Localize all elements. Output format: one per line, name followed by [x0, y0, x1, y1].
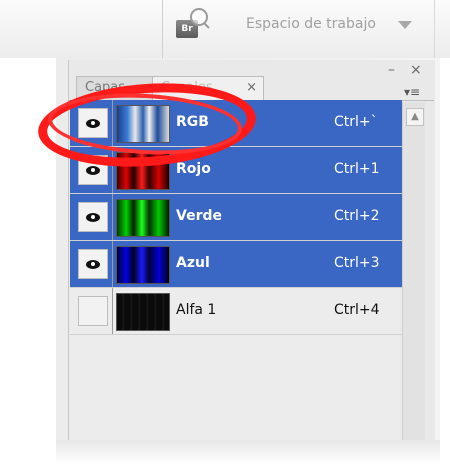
divider [112, 100, 113, 146]
channel-shortcut: Ctrl+4 [334, 302, 380, 318]
channel-thumbnail [116, 152, 170, 190]
channel-row-verde[interactable]: Verde Ctrl+2 [70, 194, 402, 241]
close-tab-icon[interactable]: × [246, 77, 257, 99]
channel-shortcut: Ctrl+1 [334, 161, 380, 177]
channel-row-alfa-1[interactable]: Alfa 1 Ctrl+4 [70, 288, 402, 335]
channels-list: RGB Ctrl+` Rojo Ctrl+1 Verde Ctrl+2 Azul… [70, 100, 402, 440]
eye-icon [86, 119, 100, 128]
bridge-icon-label: Br [181, 24, 193, 34]
visibility-toggle[interactable] [78, 249, 108, 279]
channel-row-rgb[interactable]: RGB Ctrl+` [70, 100, 402, 147]
visibility-toggle[interactable] [78, 155, 108, 185]
channel-name: RGB [176, 114, 209, 130]
divider [112, 241, 113, 287]
chevron-down-icon[interactable] [398, 21, 412, 29]
tab-label: Capas [85, 80, 126, 95]
toolbar-divider [434, 0, 435, 58]
panel-bottom-fade [56, 440, 440, 464]
scrollbar[interactable]: ▲ [402, 102, 425, 440]
magnifier-icon [190, 8, 208, 26]
tab-canales[interactable]: Canales × [152, 76, 264, 100]
channel-thumbnail [116, 105, 170, 143]
divider [112, 288, 113, 334]
visibility-toggle[interactable] [78, 202, 108, 232]
bridge-icon[interactable]: Br [176, 8, 208, 38]
panel-tabs: Capas Canales × [68, 74, 434, 101]
eye-icon [86, 213, 100, 222]
channel-shortcut: Ctrl+` [334, 114, 378, 130]
divider [112, 194, 113, 240]
channel-row-rojo[interactable]: Rojo Ctrl+1 [70, 147, 402, 194]
tab-label: Canales [161, 80, 213, 95]
toolbar-divider [162, 0, 163, 58]
tab-capas[interactable]: Capas [76, 76, 158, 100]
channel-thumbnail [116, 293, 170, 331]
eye-icon [86, 166, 100, 175]
channel-row-azul[interactable]: Azul Ctrl+3 [70, 241, 402, 288]
workspace-dropdown[interactable]: Espacio de trabajo [246, 16, 376, 32]
channel-thumbnail [116, 246, 170, 284]
visibility-toggle[interactable] [78, 296, 108, 326]
channel-name: Verde [176, 208, 222, 224]
divider [112, 147, 113, 193]
channel-name: Azul [176, 255, 210, 271]
channel-shortcut: Ctrl+2 [334, 208, 380, 224]
visibility-toggle[interactable] [78, 108, 108, 138]
channel-shortcut: Ctrl+3 [334, 255, 380, 271]
channel-thumbnail [116, 199, 170, 237]
channel-name: Alfa 1 [176, 302, 217, 318]
channel-name: Rojo [176, 161, 211, 177]
scroll-up-icon[interactable]: ▲ [406, 108, 424, 126]
panel-menu-icon[interactable]: ▾≡ [404, 86, 420, 98]
application-bar: Br Espacio de trabajo [0, 0, 450, 58]
eye-icon [86, 260, 100, 269]
